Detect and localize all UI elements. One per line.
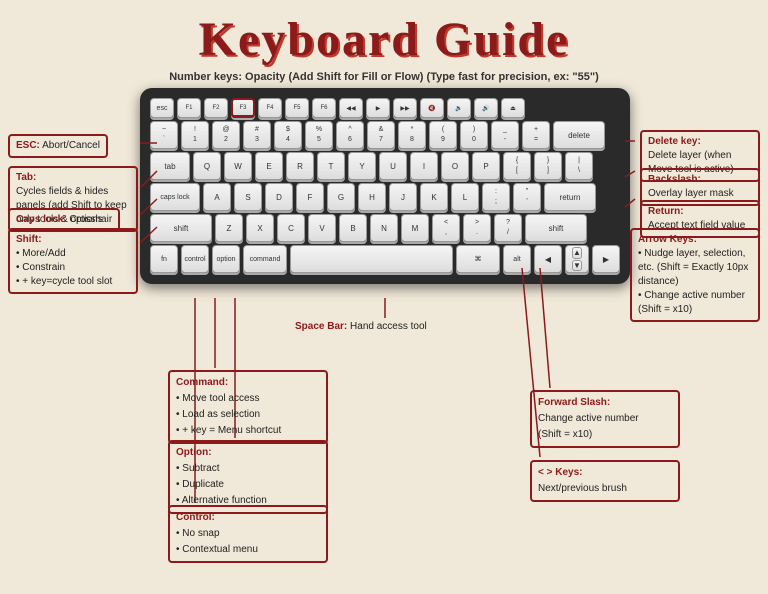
key-p: P bbox=[472, 152, 500, 180]
key-e: E bbox=[255, 152, 283, 180]
key-shift-left: shift bbox=[150, 214, 212, 242]
key-open-bracket: {[ bbox=[503, 152, 531, 180]
key-period: >. bbox=[463, 214, 491, 242]
key-b: B bbox=[339, 214, 367, 242]
key-w: W bbox=[224, 152, 252, 180]
key-i: I bbox=[410, 152, 438, 180]
control-annotation: Control: • No snap • Contextual menu bbox=[168, 505, 328, 563]
key-6: ^6 bbox=[336, 121, 364, 149]
qwerty-row: tab Q W E R T Y U I O P {[ }] |\ bbox=[150, 152, 620, 180]
key-plus: += bbox=[522, 121, 550, 149]
space-annotation: Space Bar: Hand access tool bbox=[295, 320, 427, 334]
key-k: K bbox=[420, 183, 448, 211]
key-tab: tab bbox=[150, 152, 190, 180]
key-minus: _- bbox=[491, 121, 519, 149]
key-alt: alt bbox=[503, 245, 531, 273]
key-q: Q bbox=[193, 152, 221, 180]
key-return: return bbox=[544, 183, 596, 211]
key-7: &7 bbox=[367, 121, 395, 149]
key-g: G bbox=[327, 183, 355, 211]
angle-keys-annotation: < > Keys: Next/previous brush bbox=[530, 460, 680, 502]
key-shift-right: shift bbox=[525, 214, 587, 242]
key-eject: ⏏ bbox=[501, 98, 525, 118]
key-9: (9 bbox=[429, 121, 457, 149]
key-control: control bbox=[181, 245, 209, 273]
fn-row: esc F1 F2 F3 F4 F5 F6 ◀◀ ▶ ▶▶ 🔇 🔉 🔊 ⏏ bbox=[150, 98, 620, 118]
key-8: *8 bbox=[398, 121, 426, 149]
asdf-row: caps lock A S D F G H J K L :; "' return bbox=[150, 183, 620, 211]
key-f10: 🔇 bbox=[420, 98, 444, 118]
key-j: J bbox=[389, 183, 417, 211]
key-t: T bbox=[317, 152, 345, 180]
key-command-right: ⌘ bbox=[456, 245, 500, 273]
number-keys-note: Number keys: Opacity (Add Shift for Fill… bbox=[0, 71, 768, 83]
key-f2: F2 bbox=[204, 98, 228, 118]
number-row: ~` !1 @2 #3 $4 %5 ^6 &7 *8 (9 )0 _- += d… bbox=[150, 121, 620, 149]
bottom-row: fn control option command ⌘ alt ◀ ▲ ▼ ▶ bbox=[150, 245, 620, 273]
key-f8: ▶ bbox=[366, 98, 390, 118]
key-f3: F3 bbox=[231, 98, 255, 118]
option-annotation: Option: • Subtract • Duplicate • Alterna… bbox=[168, 440, 328, 514]
key-c: C bbox=[277, 214, 305, 242]
key-n: N bbox=[370, 214, 398, 242]
key-h: H bbox=[358, 183, 386, 211]
key-y: Y bbox=[348, 152, 376, 180]
key-4: $4 bbox=[274, 121, 302, 149]
key-backslash: |\ bbox=[565, 152, 593, 180]
key-f12: 🔊 bbox=[474, 98, 498, 118]
key-a: A bbox=[203, 183, 231, 211]
key-z: Z bbox=[215, 214, 243, 242]
page-title: Keyboard Guide bbox=[0, 0, 768, 67]
keyboard: esc F1 F2 F3 F4 F5 F6 ◀◀ ▶ ▶▶ 🔇 🔉 🔊 ⏏ ~`… bbox=[140, 88, 630, 284]
key-0: )0 bbox=[460, 121, 488, 149]
key-space bbox=[290, 245, 453, 273]
key-delete: delete bbox=[553, 121, 605, 149]
key-slash: ?/ bbox=[494, 214, 522, 242]
key-3: #3 bbox=[243, 121, 271, 149]
key-1: !1 bbox=[181, 121, 209, 149]
key-esc: esc bbox=[150, 98, 174, 118]
key-f6: F6 bbox=[312, 98, 336, 118]
key-v: V bbox=[308, 214, 336, 242]
key-quote: "' bbox=[513, 183, 541, 211]
key-d: D bbox=[265, 183, 293, 211]
key-comma: <, bbox=[432, 214, 460, 242]
key-command-left: command bbox=[243, 245, 287, 273]
key-option: option bbox=[212, 245, 240, 273]
zxcv-row: shift Z X C V B N M <, >. ?/ shift bbox=[150, 214, 620, 242]
key-f7: ◀◀ bbox=[339, 98, 363, 118]
key-arrow-left: ◀ bbox=[534, 245, 562, 273]
key-arrow-right: ▶ bbox=[592, 245, 620, 273]
key-f5: F5 bbox=[285, 98, 309, 118]
key-f: F bbox=[296, 183, 324, 211]
keyboard-diagram: esc F1 F2 F3 F4 F5 F6 ◀◀ ▶ ▶▶ 🔇 🔉 🔊 ⏏ ~`… bbox=[140, 88, 630, 284]
key-capslock: caps lock bbox=[150, 183, 200, 211]
esc-annotation: ESC: Abort/Cancel bbox=[8, 134, 108, 158]
key-2: @2 bbox=[212, 121, 240, 149]
key-close-bracket: }] bbox=[534, 152, 562, 180]
key-f11: 🔉 bbox=[447, 98, 471, 118]
key-f1: F1 bbox=[177, 98, 201, 118]
key-f4: F4 bbox=[258, 98, 282, 118]
key-fn: fn bbox=[150, 245, 178, 273]
key-u: U bbox=[379, 152, 407, 180]
command-annotation: Command: • Move tool access • Load as se… bbox=[168, 370, 328, 444]
shift-annotation: Shift: • More/Add • Constrain • + key=cy… bbox=[8, 228, 138, 294]
key-f9: ▶▶ bbox=[393, 98, 417, 118]
key-s: S bbox=[234, 183, 262, 211]
key-l: L bbox=[451, 183, 479, 211]
key-tilde: ~` bbox=[150, 121, 178, 149]
key-r: R bbox=[286, 152, 314, 180]
key-semicolon: :; bbox=[482, 183, 510, 211]
key-x: X bbox=[246, 214, 274, 242]
key-arrow-updown: ▲ ▼ bbox=[565, 245, 589, 273]
key-o: O bbox=[441, 152, 469, 180]
key-5: %5 bbox=[305, 121, 333, 149]
arrow-annotation: Arrow Keys: • Nudge layer, selection, et… bbox=[630, 228, 760, 322]
key-m: M bbox=[401, 214, 429, 242]
forward-slash-annotation: Forward Slash: Change active number (Shi… bbox=[530, 390, 680, 448]
